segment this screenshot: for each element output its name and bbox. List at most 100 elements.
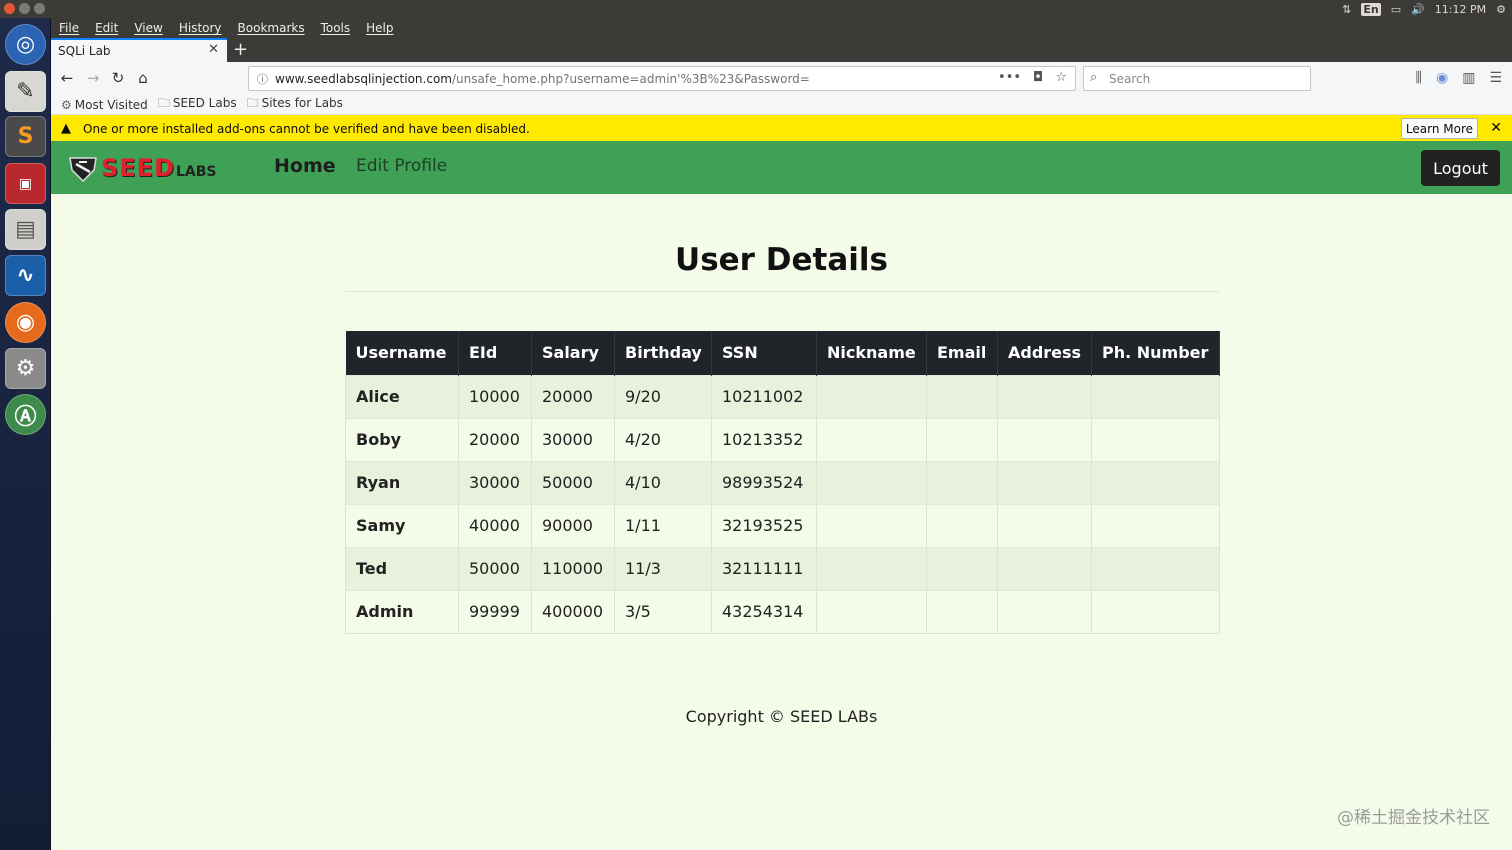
seed-labs-logo[interactable]: SEED LABS	[67, 152, 222, 184]
volume-icon[interactable]: 🔊	[1411, 3, 1425, 16]
site-navbar: SEED LABS Home Edit Profile Logout	[51, 141, 1512, 194]
table-row: Ryan 30000 50000 4/10 98993524	[345, 460, 1220, 504]
forward-arrow-icon[interactable]: →	[83, 69, 103, 87]
web-page: SEED LABS Home Edit Profile Logout User …	[51, 141, 1512, 850]
nav-edit-profile-link[interactable]: Edit Profile	[356, 156, 447, 176]
url-bar[interactable]: ⓘ www.seedlabsqlinjection.com/unsafe_hom…	[248, 66, 1076, 91]
clock[interactable]: 11:12 PM	[1435, 3, 1486, 16]
menu-bookmarks[interactable]: Bookmarks	[238, 21, 305, 35]
table-cell	[816, 374, 927, 418]
gear-icon: ⚙	[61, 97, 72, 112]
window-maximize-icon[interactable]	[34, 3, 45, 14]
table-cell	[1091, 417, 1220, 461]
table-cell	[926, 546, 998, 590]
column-header: Email	[926, 331, 998, 375]
table-cell: Ryan	[345, 460, 459, 504]
learn-more-button[interactable]: Learn More	[1400, 118, 1478, 139]
table-cell: 30000	[531, 417, 615, 461]
unity-launcher: ◎ ✎ S ▣ ▤ ∿ ◉ ⚙ Ⓐ	[0, 18, 51, 850]
terminal-icon[interactable]: ▣	[5, 163, 46, 204]
table-cell	[816, 546, 927, 590]
extension-icon[interactable]: ◉	[1436, 70, 1448, 86]
table-cell: Samy	[345, 503, 459, 547]
ubuntu-dash-icon[interactable]: ◎	[5, 24, 46, 65]
table-cell	[1091, 546, 1220, 590]
keyboard-language-indicator[interactable]: En	[1361, 2, 1381, 16]
page-footer: Copyright © SEED LABs	[685, 707, 878, 726]
column-header: Nickname	[816, 331, 927, 375]
menu-file[interactable]: File	[59, 21, 79, 35]
table-cell: 3/5	[614, 589, 712, 634]
bookmark-star-icon[interactable]: ☆	[1055, 70, 1067, 85]
software-updater-icon[interactable]: Ⓐ	[5, 394, 46, 435]
table-cell: 50000	[531, 460, 615, 504]
library-icon[interactable]: ⫼	[1416, 70, 1422, 86]
table-cell: 110000	[531, 546, 615, 590]
column-header: Username	[345, 331, 459, 375]
bookmark-sites-for-labs[interactable]: 🗀 Sites for Labs	[247, 94, 343, 115]
page-actions-icon[interactable]: •••	[998, 70, 1021, 85]
table-row: Boby 20000 30000 4/20 10213352	[345, 417, 1220, 461]
shield-icon	[69, 157, 97, 182]
home-icon[interactable]: ⌂	[133, 69, 153, 87]
menu-tools[interactable]: Tools	[321, 21, 351, 35]
menu-edit[interactable]: Edit	[95, 21, 118, 35]
sublime-text-icon[interactable]: S	[5, 116, 46, 157]
network-icon[interactable]: ⇅	[1342, 3, 1351, 16]
system-settings-icon[interactable]: ⚙	[5, 348, 46, 389]
firefox-window: File Edit View History Bookmarks Tools H…	[51, 18, 1512, 850]
table-cell: 20000	[458, 417, 532, 461]
table-cell: 30000	[458, 460, 532, 504]
table-cell	[926, 374, 998, 418]
nav-home-link[interactable]: Home	[274, 155, 336, 177]
window-minimize-icon[interactable]	[19, 3, 30, 14]
firefox-icon[interactable]: ◉	[5, 302, 46, 343]
tab-sqli-lab[interactable]: SQLi Lab ✕	[51, 38, 227, 62]
wireshark-icon[interactable]: ∿	[5, 255, 46, 296]
table-cell	[997, 589, 1092, 634]
table-cell: 10211002	[711, 374, 817, 418]
table-row: Admin 99999 400000 3/5 43254314	[345, 589, 1220, 634]
reload-icon[interactable]: ↻	[108, 69, 128, 87]
table-cell	[997, 374, 1092, 418]
table-cell: 40000	[458, 503, 532, 547]
menu-history[interactable]: History	[179, 21, 222, 35]
new-tab-icon[interactable]: +	[233, 39, 248, 60]
menu-help[interactable]: Help	[366, 21, 393, 35]
window-close-icon[interactable]	[4, 3, 15, 14]
table-cell	[997, 503, 1092, 547]
bookmark-label: Sites for Labs	[261, 96, 343, 110]
bookmark-most-visited[interactable]: ⚙ Most Visited	[61, 98, 148, 112]
table-cell: Ted	[345, 546, 459, 590]
title-divider	[345, 291, 1219, 292]
hamburger-menu-icon[interactable]: ☰	[1489, 70, 1502, 86]
table-cell: Admin	[345, 589, 459, 634]
logout-button[interactable]: Logout	[1421, 150, 1500, 186]
battery-icon[interactable]: ▭	[1391, 3, 1401, 16]
table-row: Ted 50000 110000 11/3 32111111	[345, 546, 1220, 590]
text-editor-icon[interactable]: ✎	[5, 71, 46, 112]
table-cell: 43254314	[711, 589, 817, 634]
close-icon[interactable]: ✕	[1490, 120, 1502, 136]
table-cell	[816, 460, 927, 504]
search-input[interactable]: ⌕ Search	[1083, 66, 1311, 91]
column-header: SSN	[711, 331, 817, 375]
table-cell	[1091, 460, 1220, 504]
url-host: www.seedlabsqlinjection.com	[275, 71, 452, 86]
site-info-icon[interactable]: ⓘ	[257, 71, 268, 87]
file-manager-icon[interactable]: ▤	[5, 209, 46, 250]
column-header: Ph. Number	[1091, 331, 1220, 375]
pocket-icon[interactable]: ◘	[1033, 70, 1043, 85]
sidebar-icon[interactable]: ▥	[1462, 70, 1475, 86]
settings-gear-icon[interactable]: ⚙	[1496, 3, 1506, 16]
back-arrow-icon[interactable]: ←	[57, 69, 77, 87]
table-cell: 10000	[458, 374, 532, 418]
navigation-toolbar: ← → ↻ ⌂ ⓘ www.seedlabsqlinjection.com/un…	[51, 62, 1512, 95]
table-cell: 10213352	[711, 417, 817, 461]
bookmark-seed-labs[interactable]: 🗀 SEED Labs	[158, 94, 237, 115]
table-cell	[816, 589, 927, 634]
tab-close-icon[interactable]: ✕	[208, 42, 219, 57]
url-path: /unsafe_home.php?username=admin'%3B%23&P…	[451, 71, 810, 86]
menu-view[interactable]: View	[134, 21, 162, 35]
table-cell	[926, 589, 998, 634]
